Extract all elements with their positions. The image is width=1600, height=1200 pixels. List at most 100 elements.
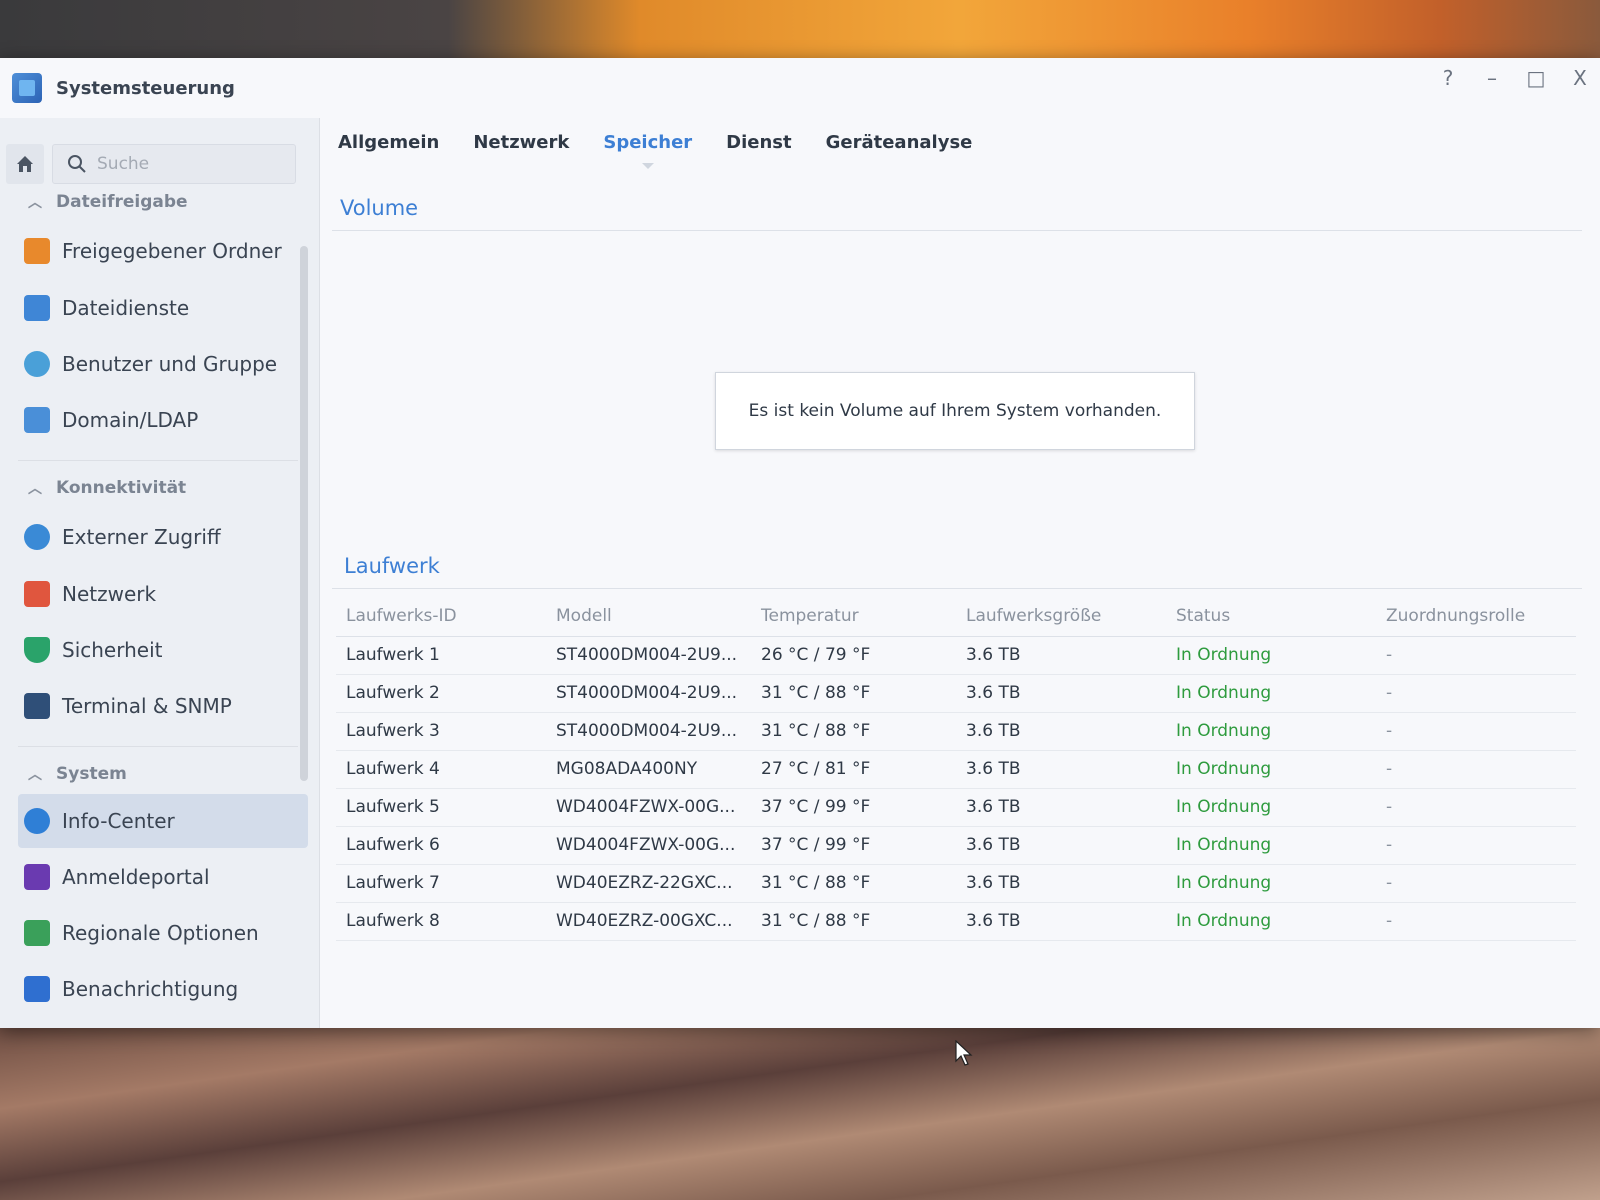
title-bar[interactable]: Systemsteuerung ? – □ X <box>0 58 1600 118</box>
drive-role: - <box>1376 674 1576 713</box>
column-header-id[interactable]: Laufwerks-ID <box>336 596 546 637</box>
tab-netzwerk[interactable]: Netzwerk <box>473 132 569 163</box>
drive-id: Laufwerk 2 <box>336 674 546 713</box>
sidebar-item-benachrichtigung[interactable]: Benachrichtigung <box>18 962 308 1016</box>
notification-icon <box>24 976 50 1002</box>
home-button[interactable] <box>6 144 44 184</box>
sidebar-item-dateidienste[interactable]: Dateidienste <box>18 281 308 335</box>
maximize-button[interactable]: □ <box>1524 66 1548 90</box>
close-button[interactable]: X <box>1568 66 1592 90</box>
sidebar-item-domain-ldap[interactable]: Domain/LDAP <box>18 393 308 447</box>
desktop-wallpaper-bottom <box>0 1020 1600 1200</box>
column-header-status[interactable]: Status <box>1166 596 1376 637</box>
section-label: Konnektivität <box>56 478 187 498</box>
drive-id: Laufwerk 8 <box>336 902 546 941</box>
column-header-role[interactable]: Zuordnungsrolle <box>1376 596 1576 637</box>
drive-table: Laufwerks-ID Modell Temperatur Laufwerks… <box>336 596 1576 941</box>
sidebar-item-label: Info-Center <box>62 809 175 833</box>
drive-id: Laufwerk 6 <box>336 826 546 865</box>
drive-size: 3.6 TB <box>956 636 1166 675</box>
drive-id: Laufwerk 3 <box>336 712 546 751</box>
table-row[interactable]: Laufwerk 6 WD4004FZWX-00G... 37 °C / 99 … <box>336 826 1576 865</box>
drive-temperature: 37 °C / 99 °F <box>751 788 956 827</box>
drive-status: In Ordnung <box>1166 674 1376 713</box>
table-row[interactable]: Laufwerk 1 ST4000DM004-2U9... 26 °C / 79… <box>336 636 1576 675</box>
table-row[interactable]: Laufwerk 4 MG08ADA400NY 27 °C / 81 °F 3.… <box>336 750 1576 789</box>
sidebar-item-externer-zugriff[interactable]: Externer Zugriff <box>18 510 308 564</box>
table-row[interactable]: Laufwerk 2 ST4000DM004-2U9... 31 °C / 88… <box>336 674 1576 713</box>
network-icon <box>24 581 50 607</box>
column-header-size[interactable]: Laufwerksgröße <box>956 596 1166 637</box>
sidebar-divider <box>18 746 298 747</box>
column-header-model[interactable]: Modell <box>546 596 751 637</box>
drive-model: WD4004FZWX-00G... <box>546 826 751 865</box>
folder-share-icon <box>24 238 50 264</box>
drive-size: 3.6 TB <box>956 902 1166 941</box>
search-field[interactable] <box>52 144 296 184</box>
regional-options-icon <box>24 920 50 946</box>
section-label: Dateifreigabe <box>56 192 188 212</box>
drive-role: - <box>1376 750 1576 789</box>
chevron-up-icon: ︿ <box>28 195 42 211</box>
sidebar: ︿ Dateifreigabe Freigegebener Ordner Dat… <box>0 118 320 1028</box>
drive-model: MG08ADA400NY <box>546 750 751 789</box>
tab-allgemein[interactable]: Allgemein <box>338 132 439 163</box>
drive-temperature: 31 °C / 88 °F <box>751 864 956 903</box>
window-title: Systemsteuerung <box>56 77 235 99</box>
drive-temperature: 31 °C / 88 °F <box>751 902 956 941</box>
drive-role: - <box>1376 636 1576 675</box>
table-row[interactable]: Laufwerk 5 WD4004FZWX-00G... 37 °C / 99 … <box>336 788 1576 827</box>
main-content: Allgemein Netzwerk Speicher Dienst Gerät… <box>320 118 1600 1028</box>
drive-id: Laufwerk 1 <box>336 636 546 675</box>
table-row[interactable]: Laufwerk 8 WD40EZRZ-00GXC... 31 °C / 88 … <box>336 902 1576 941</box>
drive-temperature: 26 °C / 79 °F <box>751 636 956 675</box>
sidebar-item-label: Terminal & SNMP <box>62 694 232 718</box>
section-label: System <box>56 764 127 784</box>
terminal-icon <box>24 693 50 719</box>
drive-model: ST4000DM004-2U9... <box>546 712 751 751</box>
search-icon <box>68 155 86 173</box>
section-header-dateifreigabe[interactable]: ︿ Dateifreigabe <box>28 192 188 212</box>
tab-geraeteanalyse[interactable]: Geräteanalyse <box>826 132 973 163</box>
tab-speicher[interactable]: Speicher <box>603 132 692 169</box>
drive-role: - <box>1376 788 1576 827</box>
table-row[interactable]: Laufwerk 3 ST4000DM004-2U9... 31 °C / 88… <box>336 712 1576 751</box>
sidebar-item-info-center[interactable]: Info-Center <box>18 794 308 848</box>
external-access-icon <box>24 524 50 550</box>
sidebar-item-label: Anmeldeportal <box>62 865 210 889</box>
volume-section-title: Volume <box>340 196 419 220</box>
search-input[interactable] <box>97 154 277 174</box>
drive-role: - <box>1376 902 1576 941</box>
sidebar-item-label: Benutzer und Gruppe <box>62 352 278 376</box>
drive-id: Laufwerk 4 <box>336 750 546 789</box>
sidebar-item-regionale-optionen[interactable]: Regionale Optionen <box>18 906 308 960</box>
drive-size: 3.6 TB <box>956 864 1166 903</box>
sidebar-item-sicherheit[interactable]: Sicherheit <box>18 623 308 677</box>
mouse-cursor-icon <box>955 1040 973 1066</box>
table-row[interactable]: Laufwerk 7 WD40EZRZ-22GXC... 31 °C / 88 … <box>336 864 1576 903</box>
control-panel-window: Systemsteuerung ? – □ X ︿ Dateifreigabe <box>0 58 1600 1028</box>
drive-temperature: 37 °C / 99 °F <box>751 826 956 865</box>
drive-status: In Ordnung <box>1166 636 1376 675</box>
drive-id: Laufwerk 7 <box>336 864 546 903</box>
control-panel-app-icon <box>12 73 42 103</box>
drive-size: 3.6 TB <box>956 788 1166 827</box>
sidebar-item-freigegebener-ordner[interactable]: Freigegebener Ordner <box>18 224 308 278</box>
drive-role: - <box>1376 712 1576 751</box>
drive-role: - <box>1376 826 1576 865</box>
section-header-system[interactable]: ︿ System <box>28 764 127 784</box>
minimize-button[interactable]: – <box>1480 66 1504 90</box>
sidebar-item-terminal-snmp[interactable]: Terminal & SNMP <box>18 679 308 733</box>
column-header-temperature[interactable]: Temperatur <box>751 596 956 637</box>
sidebar-divider <box>18 460 298 461</box>
sidebar-item-netzwerk[interactable]: Netzwerk <box>18 567 308 621</box>
sidebar-item-anmeldeportal[interactable]: Anmeldeportal <box>18 850 308 904</box>
section-header-konnektivitaet[interactable]: ︿ Konnektivität <box>28 478 186 498</box>
tab-dienst[interactable]: Dienst <box>726 132 791 163</box>
drive-model: WD40EZRZ-22GXC... <box>546 864 751 903</box>
drive-section-title: Laufwerk <box>344 554 440 578</box>
sidebar-item-benutzer-und-gruppe[interactable]: Benutzer und Gruppe <box>18 337 308 391</box>
login-portal-icon <box>24 864 50 890</box>
sidebar-item-label: Netzwerk <box>62 582 157 606</box>
help-button[interactable]: ? <box>1436 66 1460 90</box>
